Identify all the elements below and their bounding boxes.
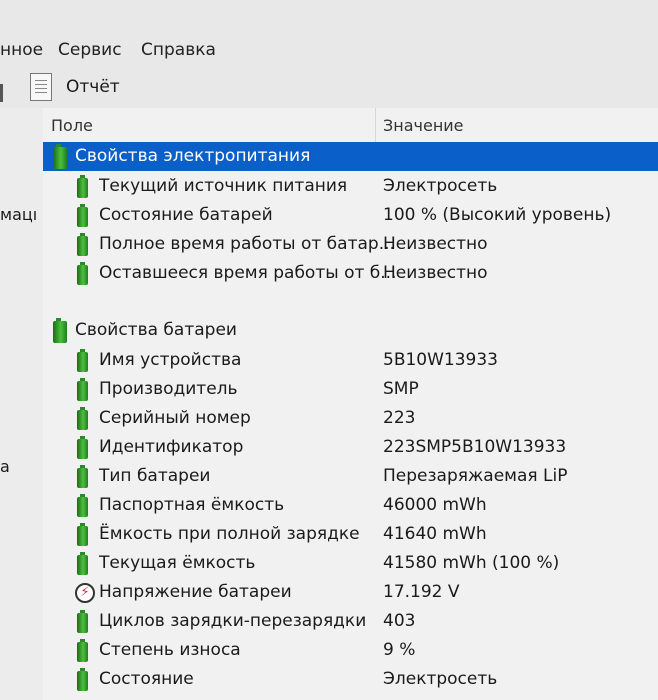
field-value: Перезаряжаемая LiP [383, 466, 568, 486]
field-label: Оставшееся время работы от б... [99, 263, 397, 283]
battery-icon [77, 378, 88, 401]
field-value: Неизвестно [383, 234, 488, 254]
column-header-value[interactable]: Значение [383, 116, 464, 135]
field-value: 41640 mWh [383, 524, 487, 544]
field-label: Свойства батареи [75, 320, 237, 340]
list-item-row[interactable]: Степень износа 9 % [43, 636, 658, 665]
list-item-row[interactable]: Серийный номер 223 [43, 404, 658, 433]
field-label: Паспортная ёмкость [99, 495, 285, 515]
field-label: Серийный номер [99, 408, 251, 428]
toolbar: Отчёт [0, 64, 658, 109]
field-label: Текущая ёмкость [99, 553, 256, 573]
list-item-row[interactable]: Состояние Электросеть [43, 665, 658, 694]
battery-icon [77, 175, 88, 198]
field-label: Циклов зарядки-перезарядки [99, 611, 367, 631]
field-value: Электросеть [383, 669, 498, 689]
battery-icon [77, 349, 88, 372]
list-item-row[interactable]: Производитель SMP [43, 375, 658, 404]
navigation-tree[interactable]: мацı а [0, 108, 44, 700]
battery-icon [77, 436, 88, 459]
field-value: 5B10W13933 [383, 350, 498, 370]
battery-icon [77, 552, 88, 575]
field-label: Полное время работы от батар... [99, 234, 395, 254]
properties-list[interactable]: Поле Значение Свойства электропитания Тек… [43, 108, 658, 700]
list-item-row[interactable]: Текущая ёмкость 41580 mWh (100 %) [43, 549, 658, 578]
field-label: Напряжение батареи [99, 582, 292, 602]
field-label: Тип батареи [99, 466, 211, 486]
field-label: Идентификатор [99, 437, 244, 457]
battery-icon [77, 407, 88, 430]
column-header-field[interactable]: Поле [51, 116, 93, 135]
menu-item-view[interactable]: нное [0, 40, 43, 60]
battery-icon [53, 144, 67, 169]
battery-icon [77, 610, 88, 633]
list-item-row[interactable]: Имя устройства 5B10W13933 [43, 346, 658, 375]
list-item-row[interactable]: Оставшееся время работы от б... Неизвестн… [43, 259, 658, 288]
field-value: 17.192 V [383, 582, 460, 602]
toolbar-edge-mark [0, 84, 3, 102]
battery-icon [77, 668, 88, 691]
menu-item-service[interactable]: Сервис [58, 40, 122, 60]
voltage-icon: ⚡ [75, 583, 95, 603]
list-item-row[interactable]: Тип батареи Перезаряжаемая LiP [43, 462, 658, 491]
battery-icon [77, 204, 88, 227]
battery-icon [77, 233, 88, 256]
field-value: 9 % [383, 640, 416, 660]
field-label: Текущий источник питания [99, 176, 348, 196]
battery-icon [77, 639, 88, 662]
list-item-row[interactable]: Идентификатор 223SMP5B10W13933 [43, 433, 658, 462]
list-item-row[interactable]: Ёмкость при полной зарядке 41640 mWh [43, 520, 658, 549]
list-item-row[interactable]: ⚡ Напряжение батареи 17.192 V [43, 578, 658, 607]
nav-item-fragment[interactable]: а [0, 457, 10, 476]
battery-icon [77, 523, 88, 546]
report-button[interactable]: Отчёт [30, 70, 130, 104]
field-value: Электросеть [383, 176, 498, 196]
menu-item-help[interactable]: Справка [141, 40, 216, 60]
list-item-row[interactable]: Циклов зарядки-перезарядки 403 [43, 607, 658, 636]
field-value: 223 [383, 408, 416, 428]
field-value: SMP [383, 379, 419, 399]
column-header-row: Поле Значение [43, 108, 658, 143]
field-label: Состояние батарей [99, 205, 273, 225]
battery-icon [77, 262, 88, 285]
field-label: Производитель [99, 379, 238, 399]
battery-icon [53, 318, 67, 343]
list-item-row[interactable]: Полное время работы от батар... Неизвестн… [43, 230, 658, 259]
field-label: Степень износа [99, 640, 241, 660]
field-value: 100 % (Высокий уровень) [383, 205, 612, 225]
field-label: Состояние [99, 669, 194, 689]
battery-icon [77, 494, 88, 517]
field-label: Ёмкость при полной зарядке [99, 524, 360, 544]
report-button-label: Отчёт [66, 77, 120, 97]
report-icon [30, 73, 52, 101]
field-value: 46000 mWh [383, 495, 487, 515]
field-label: Имя устройства [99, 350, 242, 370]
field-value: 223SMP5B10W13933 [383, 437, 567, 457]
list-group-row[interactable]: Свойства батареи [43, 316, 658, 345]
list-item-row[interactable]: Текущий источник питания Электросеть [43, 172, 658, 201]
column-separator[interactable] [375, 108, 376, 142]
battery-icon [77, 465, 88, 488]
field-value: 403 [383, 611, 416, 631]
list-item-row[interactable]: Состояние батарей 100 % (Высокий уровень) [43, 201, 658, 230]
list-group-row[interactable]: Свойства электропитания [43, 142, 658, 171]
field-value: Неизвестно [383, 263, 488, 283]
field-label: Свойства электропитания [75, 146, 311, 166]
nav-item-fragment[interactable]: мацı [0, 205, 37, 224]
list-item-row[interactable]: Паспортная ёмкость 46000 mWh [43, 491, 658, 520]
field-value: 41580 mWh (100 %) [383, 553, 560, 573]
